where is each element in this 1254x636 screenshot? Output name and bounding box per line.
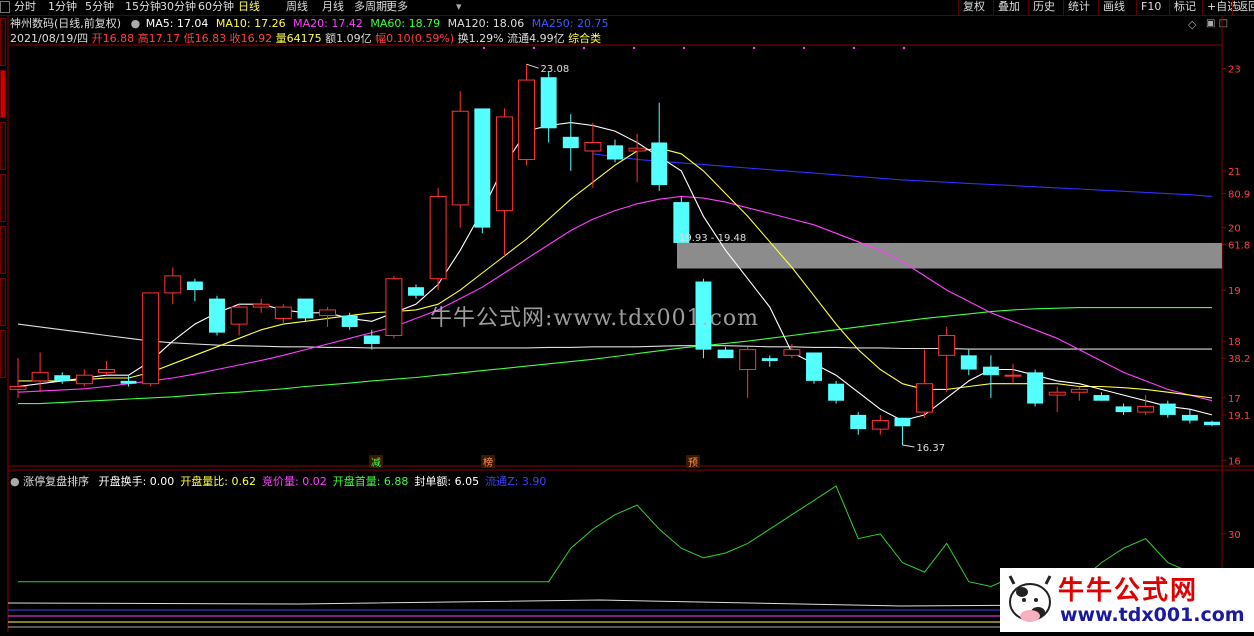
event-dot bbox=[852, 46, 856, 50]
flag-label: 减 bbox=[371, 457, 381, 469]
candle-body bbox=[451, 110, 469, 206]
candle-body bbox=[408, 287, 424, 296]
candle-body bbox=[495, 116, 513, 212]
ma20-line bbox=[17, 195, 1213, 402]
indicator-value-4: 封单额: 6.05 bbox=[414, 475, 480, 488]
indicator-value-1: 开盘量比: 0.62 bbox=[180, 475, 257, 488]
event-dot bbox=[532, 46, 536, 50]
candle-body bbox=[916, 383, 934, 413]
price-tick-label: 61.8 bbox=[1228, 241, 1250, 252]
candle-body bbox=[960, 355, 977, 370]
candle-body bbox=[230, 306, 248, 325]
indicator-value-0: 开盘换手: 0.00 bbox=[98, 475, 175, 488]
low-price-label: 16.37 bbox=[916, 443, 945, 454]
low-pointer bbox=[902, 444, 915, 448]
price-tick-label: 19 bbox=[1228, 286, 1241, 297]
event-dot bbox=[752, 46, 756, 50]
price-tick-label: 23 bbox=[1228, 65, 1241, 76]
gap-band bbox=[677, 242, 1222, 269]
event-dot bbox=[902, 46, 906, 50]
candle-body bbox=[850, 414, 867, 430]
logo-title: 牛牛公式网 bbox=[1058, 576, 1199, 606]
indicator-value-2: 竞价量: 0.02 bbox=[262, 475, 327, 488]
price-tick-label: 21 bbox=[1228, 167, 1241, 178]
candle-body bbox=[97, 369, 115, 373]
candle-body bbox=[75, 374, 93, 385]
candle-body bbox=[297, 298, 314, 319]
candle-body bbox=[474, 108, 491, 228]
event-dot bbox=[582, 46, 586, 50]
candle-body bbox=[982, 366, 999, 376]
candle-body bbox=[54, 375, 71, 381]
candle-body bbox=[628, 147, 646, 152]
candle-body bbox=[252, 303, 270, 308]
candle-body bbox=[341, 315, 358, 327]
event-dot bbox=[682, 46, 686, 50]
candle-body bbox=[828, 383, 845, 401]
price-tick-label: 38.2 bbox=[1228, 354, 1250, 365]
candle-body bbox=[1004, 374, 1022, 377]
candle-body bbox=[1137, 405, 1155, 413]
event-dot bbox=[802, 46, 806, 50]
candle-body bbox=[739, 349, 757, 371]
candle-body bbox=[1093, 395, 1110, 401]
candle-body bbox=[1181, 414, 1198, 421]
candle-body bbox=[562, 136, 579, 149]
site-logo: 牛牛公式网 www.tdx001.com bbox=[1000, 568, 1254, 632]
candle-body bbox=[894, 417, 911, 427]
candle-body bbox=[783, 349, 801, 356]
indicator-name: 涨停复盘排序 bbox=[23, 475, 90, 488]
candle-body bbox=[1070, 388, 1088, 393]
candle-body bbox=[164, 275, 182, 294]
price-tick-label: 18 bbox=[1228, 337, 1241, 348]
price-tick-label: 16 bbox=[1228, 456, 1241, 467]
candle-body bbox=[209, 298, 225, 333]
candle-body bbox=[806, 352, 822, 381]
event-dot bbox=[632, 46, 636, 50]
candle-body bbox=[186, 281, 203, 291]
gap-range-label: 19.93 - 19.48 bbox=[679, 233, 746, 244]
price-tick-label: 17 bbox=[1228, 394, 1241, 405]
watermark-text: 牛牛公式网:www.tdx001.com bbox=[430, 306, 760, 331]
candle-body bbox=[31, 371, 49, 382]
price-tick-label: 80.9 bbox=[1228, 190, 1250, 201]
indicator-info-line: ● 涨停复盘排序 开盘换手: 0.00 开盘量比: 0.62 竞价量: 0.02 开盘… bbox=[10, 475, 546, 489]
candle-body bbox=[1027, 372, 1044, 404]
indicator-value-5: 流通Z: 3.90 bbox=[485, 475, 547, 488]
ma250-line bbox=[592, 153, 1213, 197]
candle-body bbox=[651, 142, 668, 186]
candle-body bbox=[584, 141, 602, 152]
logo-url: www.tdx001.com bbox=[1060, 604, 1245, 626]
candle-body bbox=[938, 334, 956, 356]
high-pointer bbox=[526, 63, 539, 69]
candle-body bbox=[1204, 421, 1220, 426]
high-price-label: 23.08 bbox=[541, 64, 570, 75]
candle-body bbox=[1115, 406, 1132, 413]
candle-body bbox=[363, 335, 380, 344]
indicator-settings-icon[interactable]: ● bbox=[10, 475, 20, 488]
candle-body bbox=[1048, 391, 1066, 396]
candle-body bbox=[120, 380, 137, 384]
candle-body bbox=[540, 77, 557, 129]
indicator-value-3: 开盘首量: 6.88 bbox=[332, 475, 409, 488]
candle-body bbox=[385, 278, 403, 336]
candle-body bbox=[1159, 403, 1176, 415]
price-tick-label: 19.1 bbox=[1228, 411, 1250, 422]
candle-body bbox=[871, 420, 889, 430]
candle-body bbox=[717, 349, 734, 359]
candle-body bbox=[274, 306, 292, 319]
candle-body bbox=[429, 195, 447, 280]
flag-label: 榜 bbox=[483, 456, 493, 469]
indicator-tick-label: 30 bbox=[1228, 530, 1241, 541]
price-tick-label: 20 bbox=[1228, 224, 1241, 235]
candle-body bbox=[9, 386, 27, 390]
candle-body bbox=[607, 145, 623, 160]
candle-body bbox=[142, 292, 160, 385]
candle-body bbox=[761, 358, 778, 361]
candle-body bbox=[319, 309, 337, 317]
candle-body bbox=[518, 79, 536, 161]
event-dot bbox=[482, 46, 486, 50]
flag-label: 预 bbox=[688, 457, 698, 469]
ma10-line bbox=[18, 147, 1213, 399]
